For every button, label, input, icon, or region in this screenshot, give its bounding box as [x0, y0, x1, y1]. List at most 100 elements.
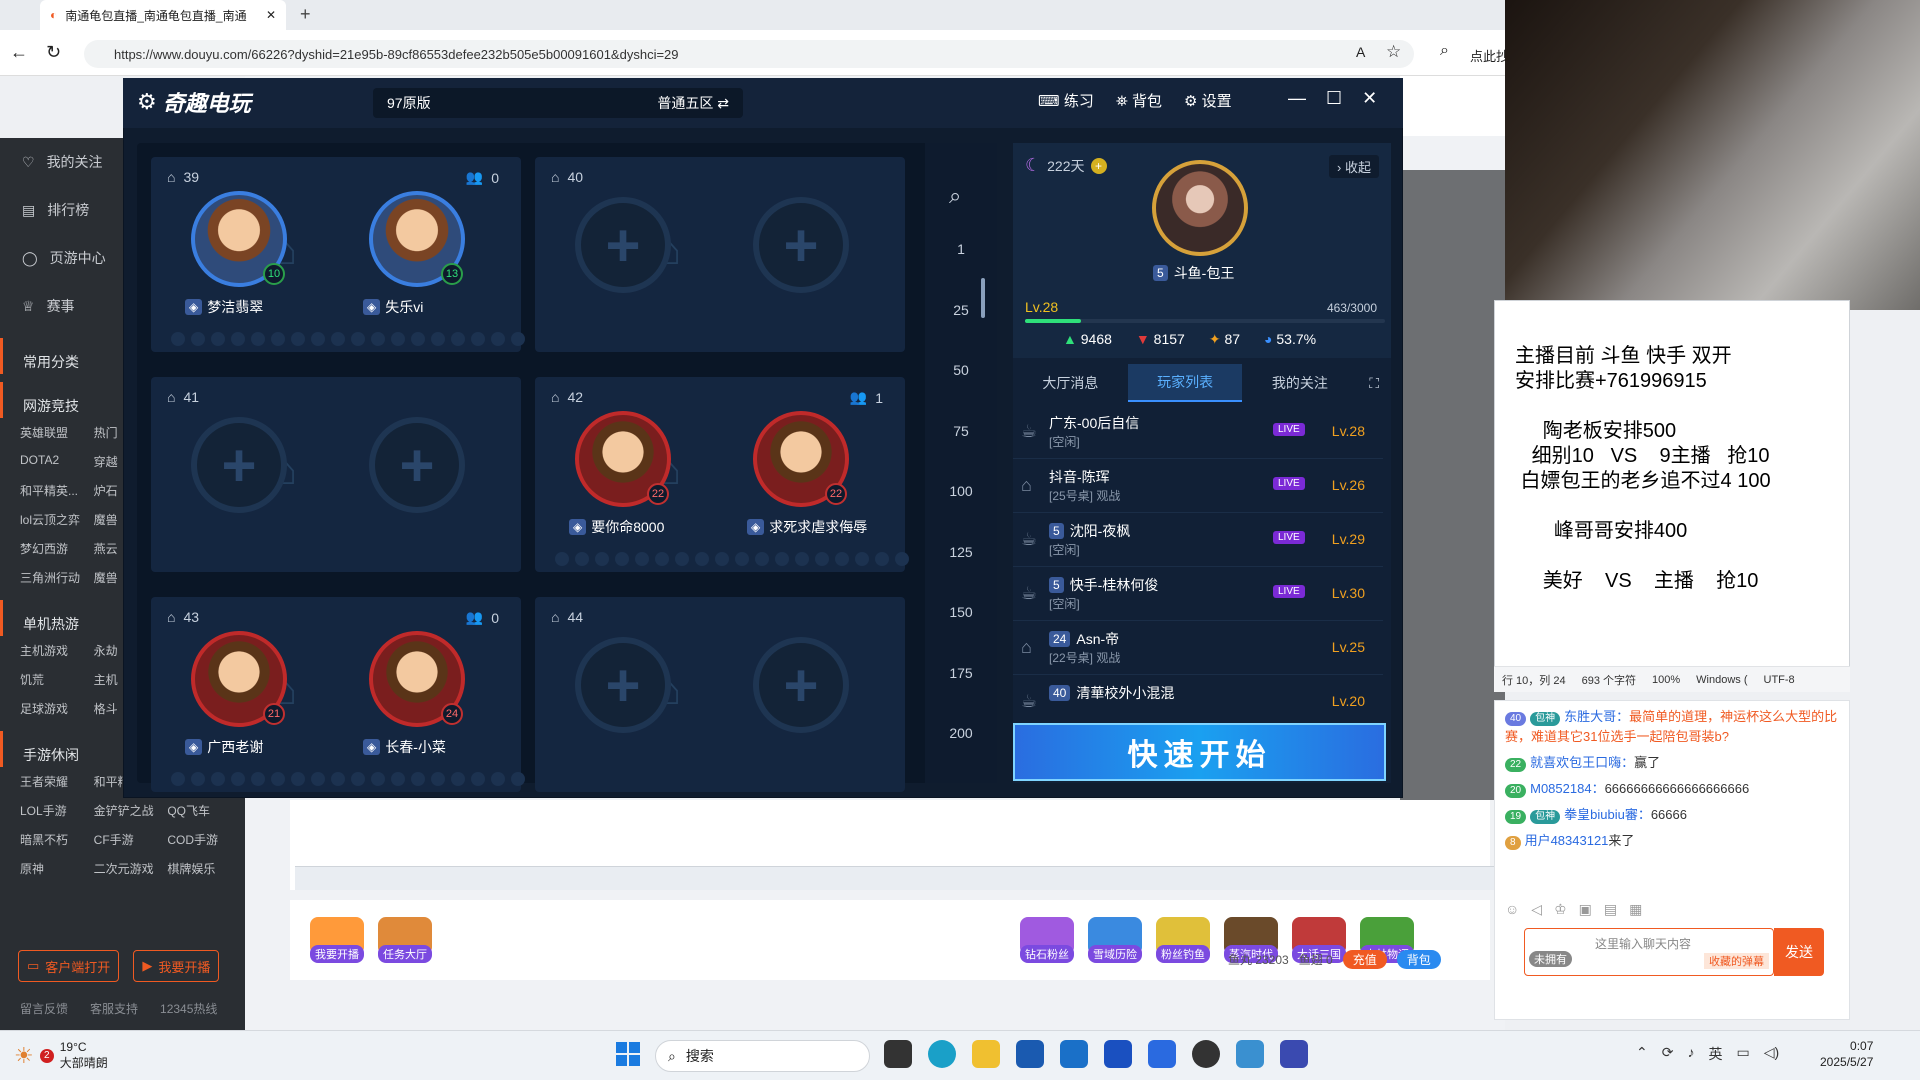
emoji-icon[interactable]: ☺ — [1505, 901, 1519, 918]
online-item[interactable]: 和平精英... — [20, 482, 88, 499]
tab-player-list[interactable]: 玩家列表 — [1127, 364, 1243, 402]
player-avatar[interactable]: 10 — [191, 191, 287, 287]
online-item[interactable]: DOTA2 — [20, 453, 88, 470]
player-list-row[interactable]: ☕ 40 清華校外小混混 Lv.20 — [1013, 675, 1383, 729]
gift-item-fishing[interactable]: 粉丝钓鱼 — [1156, 917, 1210, 963]
favorite-star-icon[interactable]: ☆ — [1386, 42, 1401, 62]
refresh-icon[interactable]: ↻ — [46, 42, 61, 63]
mobile-item[interactable]: 王者荣耀 — [20, 773, 88, 790]
player-avatar[interactable]: 13 — [369, 191, 465, 287]
mobile-item[interactable]: 金铲铲之战 — [94, 802, 162, 819]
weather-widget[interactable]: ☀ 2 19°C 大部晴朗 — [14, 1040, 108, 1071]
mobile-item[interactable]: COD手游 — [167, 831, 235, 848]
card-icon[interactable]: ▤ — [1604, 901, 1617, 918]
start-live-button[interactable]: ▶ 我要开播 — [133, 950, 220, 982]
bag-button[interactable]: 背包 — [1396, 950, 1441, 969]
empty-seat-plus-icon[interactable]: + — [191, 417, 287, 513]
gift-item-task-hall[interactable]: 任务大厅 — [378, 917, 432, 963]
live-badge[interactable]: LIVE — [1273, 531, 1305, 544]
chevron-up-icon[interactable]: ⌃ — [1636, 1044, 1648, 1064]
chat-username[interactable]: 就喜欢包王口嗨： — [1530, 755, 1634, 770]
search-hint[interactable]: 点此抄 — [1470, 46, 1509, 65]
online-item[interactable]: lol云顶之弈 — [20, 511, 88, 528]
chat-username[interactable]: M0852184： — [1530, 781, 1604, 796]
gift-item-start-live[interactable]: 我要开播 — [310, 917, 364, 963]
mic-icon[interactable]: ♪ — [1687, 1044, 1694, 1064]
player-avatar[interactable]: 21 — [191, 631, 287, 727]
close-tab-icon[interactable]: ✕ — [266, 8, 276, 22]
maximize-icon[interactable]: ☐ — [1326, 88, 1342, 109]
empty-seat-plus-icon[interactable]: + — [753, 197, 849, 293]
room-index-number[interactable]: 1 — [925, 241, 997, 257]
volume-icon[interactable]: ◁) — [1764, 1044, 1779, 1064]
mobile-item[interactable]: CF手游 — [94, 831, 162, 848]
zone-switch[interactable]: 普通五区 ⇄ — [657, 93, 729, 113]
player-avatar[interactable]: 22 — [753, 411, 849, 507]
browser-tab[interactable]: ◐ 南通龟包直播_南通龟包直播_南通 ✕ — [40, 0, 286, 30]
game-room[interactable]: ⌂ 40⌂ + + — [535, 157, 905, 352]
player-list-row[interactable]: ⌂ 24 Asn-帝 [22号桌] 观战 Lv.25 — [1013, 621, 1383, 675]
hotline-link[interactable]: 12345热线 — [160, 1000, 217, 1017]
crown-icon[interactable]: ♔ — [1554, 901, 1567, 918]
mobile-item[interactable]: 原神 — [20, 860, 88, 877]
gift-icon[interactable]: ▣ — [1579, 901, 1592, 918]
add-icon[interactable]: + — [1090, 157, 1107, 174]
player-avatar[interactable]: 24 — [369, 631, 465, 727]
settings-button[interactable]: ⚙ 设置 — [1184, 90, 1232, 111]
chat-username[interactable]: 用户48343121 — [1525, 833, 1609, 848]
empty-seat-plus-icon[interactable]: + — [753, 637, 849, 733]
feishu-icon[interactable] — [1148, 1040, 1176, 1068]
support-link[interactable]: 客服支持 — [90, 1000, 138, 1017]
live-badge[interactable]: LIVE — [1273, 477, 1305, 490]
empty-seat-plus-icon[interactable]: + — [575, 197, 671, 293]
room-index-number[interactable]: 50 — [925, 362, 997, 378]
outlook-icon[interactable] — [1060, 1040, 1088, 1068]
back-icon[interactable]: ← — [10, 42, 28, 63]
tab-hall-messages[interactable]: 大厅消息 — [1013, 365, 1128, 401]
expand-icon[interactable]: ⛶ — [1357, 375, 1391, 392]
game-room[interactable]: ⌂ 44⌂ + + — [535, 597, 905, 792]
taskbar-clock[interactable]: 0:07 2025/5/27 — [1820, 1038, 1873, 1070]
room-index-number[interactable]: 25 — [925, 302, 997, 318]
search-icon[interactable]: ⌕ — [1440, 42, 1449, 60]
feedback-link[interactable]: 留言反馈 — [20, 1000, 68, 1017]
single-item[interactable]: 足球游戏 — [20, 700, 88, 717]
game-room[interactable]: ⌂39👥0⌂1013◈梦洁翡翠◈失乐vi — [151, 157, 525, 352]
room-index-number[interactable]: 175 — [925, 665, 997, 681]
mobile-item[interactable]: 棋牌娱乐 — [167, 860, 235, 877]
room-index-number[interactable]: 100 — [925, 483, 997, 499]
player-list-row[interactable]: ⌂ 抖音-陈珲 [25号桌] 观战 LIVE Lv.26 — [1013, 459, 1383, 513]
game-room[interactable]: ⌂ 41⌂ + + — [151, 377, 521, 572]
player-list-row[interactable]: ☕ 5 快手-桂林何俊 [空闲] LIVE Lv.30 — [1013, 567, 1383, 621]
notepad-text[interactable]: 主播目前 斗鱼 快手 双开 安排比赛+761996915 陶老板安排500 细别… — [1515, 344, 1835, 594]
single-item[interactable]: 饥荒 — [20, 671, 88, 688]
new-tab-button[interactable]: + — [300, 4, 311, 25]
charge-button[interactable]: 充值 — [1342, 950, 1387, 969]
gift-item-diamond-fan[interactable]: 钻石粉丝 — [1020, 917, 1074, 963]
tab-my-follow[interactable]: 我的关注 — [1242, 365, 1357, 401]
player-avatar[interactable]: 22 — [575, 411, 671, 507]
game-room[interactable]: ⌂43👥0⌂2124◈广西老谢◈长春-小菜 — [151, 597, 525, 792]
mobile-item[interactable]: QQ飞车 — [167, 802, 235, 819]
folder-icon[interactable] — [972, 1040, 1000, 1068]
room-index-number[interactable]: 150 — [925, 604, 997, 620]
online-item[interactable]: 三角洲行动 — [20, 569, 88, 586]
mobile-item[interactable]: 暗黑不朽 — [20, 831, 88, 848]
profile-avatar[interactable] — [1152, 160, 1248, 256]
display-icon[interactable]: ▭ — [1736, 1044, 1749, 1064]
live-badge[interactable]: LIVE — [1273, 585, 1305, 598]
send-button[interactable]: 发送 — [1774, 928, 1824, 976]
version-selector[interactable]: 97原版 普通五区 ⇄ — [373, 88, 743, 118]
empty-seat-plus-icon[interactable]: + — [575, 637, 671, 733]
no-own-badge[interactable]: 未拥有 — [1529, 951, 1572, 967]
store-icon[interactable] — [1016, 1040, 1044, 1068]
online-item[interactable]: 梦幻西游 — [20, 540, 88, 557]
k-app-icon[interactable] — [1104, 1040, 1132, 1068]
taskview-icon[interactable] — [884, 1040, 912, 1068]
player-list-row[interactable]: ☕ 5 沈阳-夜枫 [空闲] LIVE Lv.29 — [1013, 513, 1383, 567]
single-item[interactable]: 主机游戏 — [20, 642, 88, 659]
search-room-icon[interactable]: ⌕ — [949, 183, 961, 209]
notepad-icon[interactable] — [1236, 1040, 1264, 1068]
online-item[interactable]: 英雄联盟 — [20, 424, 88, 441]
collect-danmu[interactable]: 收藏的弹幕 — [1704, 953, 1769, 969]
